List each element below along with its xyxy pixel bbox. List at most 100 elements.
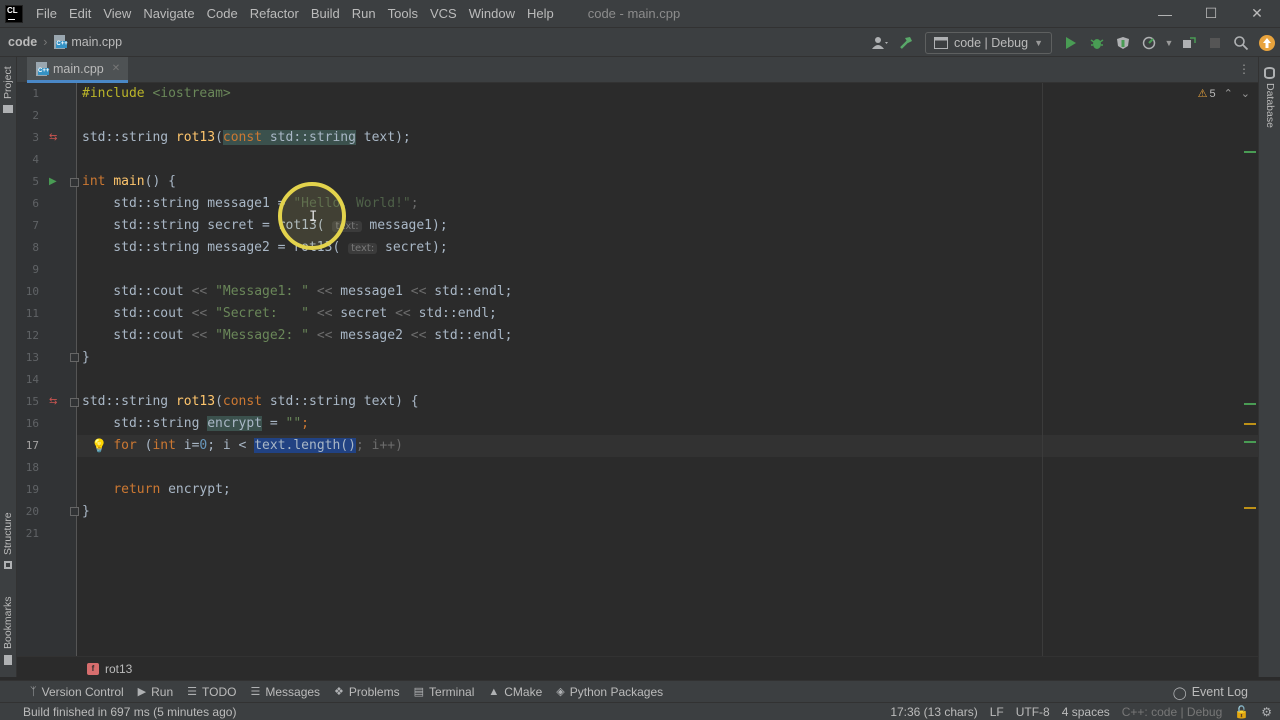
tab-close-icon[interactable]: ✕: [112, 63, 120, 74]
more-run-options-icon[interactable]: ▼: [1162, 30, 1176, 56]
inspection-widget[interactable]: ⚠ 5 ⌃ ⌄: [1197, 87, 1250, 101]
menu-refactor[interactable]: Refactor: [244, 0, 305, 27]
version-control-button[interactable]: ᛉ Version Control: [30, 681, 124, 703]
messages-button[interactable]: ☰ Messages: [250, 681, 320, 703]
line-number: 11: [25, 307, 39, 320]
menu-tools[interactable]: Tools: [382, 0, 424, 27]
breadcrumb-project[interactable]: code: [8, 35, 37, 49]
fold-open-icon[interactable]: [70, 178, 79, 187]
navigate-to-definition-icon[interactable]: ⇆: [49, 127, 57, 149]
close-icon[interactable]: ✕: [1234, 0, 1280, 27]
fold-close-icon[interactable]: [70, 353, 79, 362]
code-line: return encrypt;: [113, 482, 231, 497]
warning-icon: ⚠: [1197, 88, 1208, 100]
breadcrumb-function[interactable]: rot13: [105, 662, 132, 676]
next-highlight-icon[interactable]: ⌄: [1241, 87, 1250, 100]
menu-code[interactable]: Code: [201, 0, 244, 27]
line-number: 2: [32, 109, 39, 122]
fold-open-icon[interactable]: [70, 398, 79, 407]
indent-setting[interactable]: 4 spaces: [1062, 705, 1110, 719]
minimize-icon[interactable]: —: [1142, 0, 1188, 27]
code-context[interactable]: C++: code | Debug: [1122, 705, 1223, 719]
file-encoding[interactable]: UTF-8: [1016, 705, 1050, 719]
breadcrumb-file[interactable]: main.cpp: [71, 35, 122, 49]
code-line: std::cout << "Message2: " << message2 <<…: [82, 328, 513, 343]
line-number: 20: [25, 505, 39, 518]
todo-button[interactable]: ☰ TODO: [187, 681, 236, 703]
menu-window[interactable]: Window: [463, 0, 521, 27]
cmake-label: CMake: [504, 684, 543, 699]
problems-button[interactable]: ❖ Problems: [334, 681, 400, 703]
code-line: std::string rot13(const std::string text…: [82, 394, 419, 409]
project-tool-button[interactable]: Project: [2, 66, 14, 99]
navigate-to-declaration-icon[interactable]: ⇆: [49, 391, 57, 413]
database-tool-button[interactable]: Database: [1264, 83, 1276, 128]
debug-icon[interactable]: [1084, 30, 1110, 56]
attach-debugger-icon[interactable]: [1176, 30, 1202, 56]
run-configuration-select[interactable]: code | Debug ▼: [924, 31, 1052, 54]
maximize-icon[interactable]: ☐: [1188, 0, 1234, 27]
menu-edit[interactable]: Edit: [63, 0, 97, 27]
line-number: 21: [25, 527, 39, 540]
line-number: 3: [32, 131, 39, 144]
structure-tool-button[interactable]: Structure: [2, 512, 14, 555]
messages-icon: ☰: [250, 686, 261, 698]
editor-gutter: 1 2 3 4 5 6 7 8 9 10 11 12 13 14 15 16 1…: [17, 83, 107, 656]
status-message[interactable]: Build finished in 697 ms (5 minutes ago): [23, 705, 236, 719]
list-icon: ☰: [187, 686, 198, 698]
menu-navigate[interactable]: Navigate: [137, 0, 200, 27]
breadcrumb-separator-icon: ›: [43, 35, 48, 49]
python-packages-label: Python Packages: [569, 684, 664, 699]
python-packages-button[interactable]: ◈ Python Packages: [556, 681, 663, 703]
editor-breadcrumb: f rot13: [17, 656, 1258, 680]
cmake-button[interactable]: ▲ CMake: [488, 681, 542, 703]
problems-label: Problems: [348, 684, 400, 699]
stop-icon[interactable]: [1202, 30, 1228, 56]
run-main-icon[interactable]: ▶: [49, 171, 57, 193]
menu-bar: CL File Edit View Navigate Code Refactor…: [0, 0, 1280, 27]
line-number: 15: [25, 395, 39, 408]
change-marker: [1244, 151, 1256, 153]
menu-vcs[interactable]: VCS: [424, 0, 463, 27]
tab-main-cpp[interactable]: C++ main.cpp ✕: [27, 57, 129, 83]
run-icon[interactable]: [1058, 30, 1084, 56]
menu-run[interactable]: Run: [346, 0, 382, 27]
run-with-coverage-icon[interactable]: [1110, 30, 1136, 56]
code-editor[interactable]: 1 2 3 4 5 6 7 8 9 10 11 12 13 14 15 16 1…: [17, 83, 1258, 656]
code-line: std::string rot13(const std::string text…: [82, 130, 411, 145]
run-label: Run: [151, 684, 174, 699]
event-log-button[interactable]: ◯ Event Log: [1173, 681, 1248, 703]
menu-build[interactable]: Build: [305, 0, 346, 27]
line-number: 12: [25, 329, 39, 342]
updates-available-icon[interactable]: [1254, 30, 1280, 56]
tab-options-icon[interactable]: ⋮: [1238, 62, 1250, 76]
line-number: 4: [32, 153, 39, 166]
line-number: 13: [25, 351, 39, 364]
lock-icon[interactable]: 🔓: [1234, 705, 1249, 719]
code-line: std::string message1 = "Hello, World!";: [82, 196, 419, 211]
previous-highlight-icon[interactable]: ⌃: [1224, 87, 1233, 100]
line-separator[interactable]: LF: [990, 705, 1004, 719]
fold-close-icon[interactable]: [70, 507, 79, 516]
branch-icon: ᛉ: [30, 685, 37, 698]
inspector-icon[interactable]: ⚙: [1261, 705, 1272, 719]
profiler-icon[interactable]: [1136, 30, 1162, 56]
window-title: code - main.cpp: [587, 6, 681, 21]
line-number: 18: [25, 461, 39, 474]
terminal-button[interactable]: ▤ Terminal: [414, 681, 475, 703]
line-number: 16: [25, 417, 39, 430]
chevron-down-icon: ▼: [1034, 37, 1043, 48]
structure-icon: [4, 561, 12, 569]
bookmarks-tool-button[interactable]: Bookmarks: [2, 596, 14, 649]
menu-help[interactable]: Help: [521, 0, 560, 27]
change-marker: [1244, 441, 1256, 443]
play-icon: ▶: [137, 686, 147, 698]
build-hammer-icon[interactable]: [893, 30, 919, 56]
search-everywhere-icon[interactable]: [1228, 30, 1254, 56]
run-tool-button[interactable]: ▶ Run: [138, 681, 173, 703]
menu-file[interactable]: File: [30, 0, 63, 27]
code-line: std::cout << "Message1: " << message1 <<…: [82, 284, 513, 299]
menu-view[interactable]: View: [97, 0, 137, 27]
user-icon[interactable]: [867, 30, 893, 56]
caret-position[interactable]: 17:36 (13 chars): [890, 705, 977, 719]
